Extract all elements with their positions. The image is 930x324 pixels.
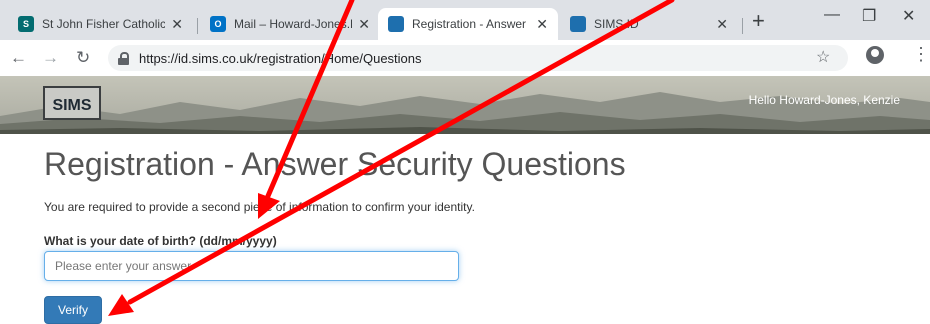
verify-button[interactable]: Verify: [44, 296, 102, 324]
tab-title: Mail – Howard-Jones.K@: [234, 17, 352, 31]
tab-divider: [197, 18, 198, 34]
user-greeting[interactable]: Hello Howard-Jones, Kenzie: [749, 93, 900, 107]
browser-toolbar: ← → ↻ https://id.sims.co.uk/registration…: [0, 40, 930, 77]
tab-registration[interactable]: Registration - Answer Sec ✕: [378, 8, 558, 40]
url-text[interactable]: https://id.sims.co.uk/registration/Home/…: [139, 51, 422, 66]
sims-logo[interactable]: SIMS: [43, 86, 101, 120]
new-tab-button[interactable]: +: [752, 8, 765, 34]
reload-icon[interactable]: ↻: [76, 48, 90, 68]
minimize-icon[interactable]: —: [824, 6, 840, 24]
page-title: Registration - Answer Security Questions: [44, 146, 626, 182]
window-close-icon[interactable]: ✕: [902, 6, 915, 26]
tab-title: SIMS ID: [594, 17, 639, 31]
tab-sims-id[interactable]: SIMS ID ✕: [560, 8, 738, 40]
close-icon[interactable]: ✕: [536, 16, 548, 33]
kebab-menu-icon[interactable]: ⋮: [912, 44, 930, 65]
security-question-label: What is your date of birth? (dd/mm/yyyy): [44, 234, 277, 248]
tab-title: Registration - Answer Sec: [412, 17, 530, 31]
close-icon[interactable]: ✕: [171, 16, 183, 33]
tab-st-john-fisher[interactable]: S St John Fisher Catholic H ✕: [8, 8, 193, 40]
sims-favicon-icon: [570, 16, 586, 32]
sims-favicon-icon: [388, 16, 404, 32]
outlook-icon: O: [210, 16, 226, 32]
answer-input[interactable]: [44, 251, 459, 281]
sharepoint-icon: S: [18, 16, 34, 32]
account-icon[interactable]: [866, 46, 884, 64]
bookmark-star-icon[interactable]: ☆: [816, 47, 830, 67]
tab-title: St John Fisher Catholic H: [42, 17, 166, 31]
instruction-text: You are required to provide a second pie…: [44, 200, 475, 214]
logo-text: SIMS: [52, 97, 92, 114]
close-icon[interactable]: ✕: [358, 16, 370, 33]
tab-mail[interactable]: O Mail – Howard-Jones.K@ ✕: [200, 8, 380, 40]
address-bar[interactable]: https://id.sims.co.uk/registration/Home/…: [108, 45, 848, 71]
lock-icon: [118, 51, 129, 65]
close-icon[interactable]: ✕: [716, 16, 728, 33]
browser-tab-bar: S St John Fisher Catholic H ✕ O Mail – H…: [0, 0, 930, 40]
forward-icon[interactable]: →: [42, 48, 59, 68]
arrowhead-icon: [108, 294, 134, 316]
restore-icon[interactable]: ❐: [862, 6, 876, 26]
back-icon[interactable]: ←: [10, 48, 27, 68]
tab-divider: [742, 18, 743, 34]
